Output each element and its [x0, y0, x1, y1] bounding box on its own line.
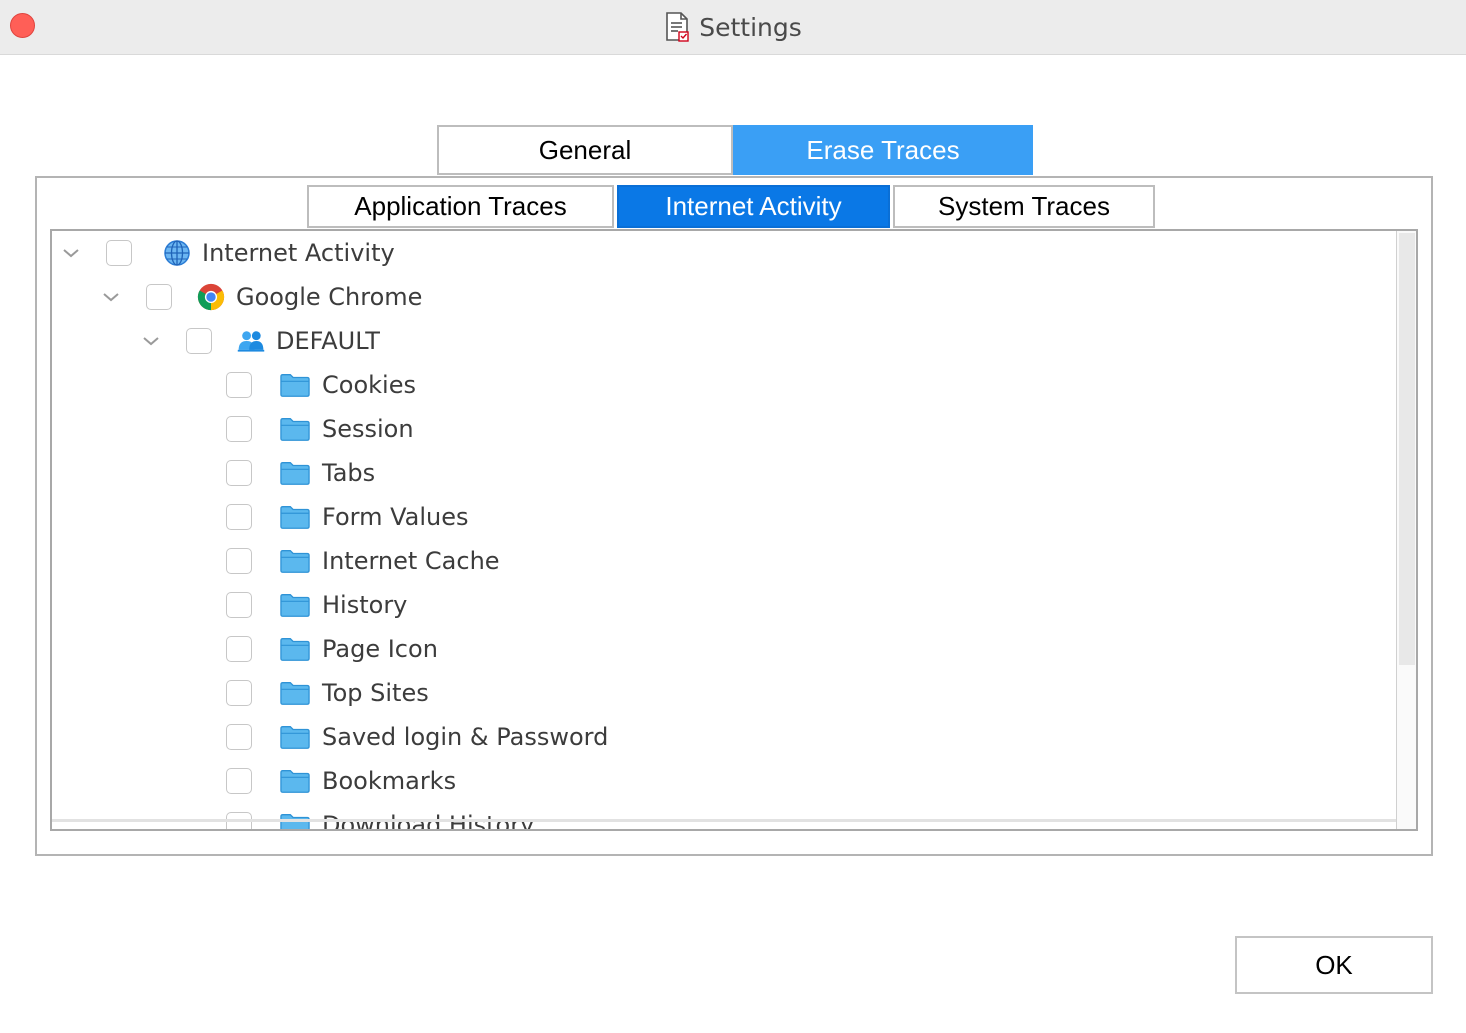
tree-label: Bookmarks [322, 767, 457, 795]
tree-label: Top Sites [322, 679, 429, 707]
tab-general[interactable]: General [437, 125, 733, 175]
tree-label: Internet Cache [322, 547, 500, 575]
item-checkbox[interactable] [226, 460, 252, 486]
tree-node-item[interactable]: Top Sites [226, 671, 429, 715]
settings-document-icon [666, 12, 689, 42]
tree-label: History [322, 591, 408, 619]
tree-node-google-chrome[interactable]: Google Chrome [98, 275, 422, 319]
item-checkbox[interactable] [226, 504, 252, 530]
item-checkbox[interactable] [226, 768, 252, 794]
tree-node-internet-activity[interactable]: Internet Activity [58, 231, 395, 275]
ok-button[interactable]: OK [1235, 936, 1433, 994]
folder-icon [280, 678, 310, 708]
title-wrap: Settings [0, 0, 1466, 54]
item-checkbox[interactable] [226, 680, 252, 706]
tree-label: Page Icon [322, 635, 438, 663]
folder-icon [280, 546, 310, 576]
folder-icon [280, 766, 310, 796]
item-checkbox[interactable] [226, 592, 252, 618]
tree-node-item[interactable]: History [226, 583, 407, 627]
folder-icon [280, 458, 310, 488]
chevron-down-icon[interactable] [98, 275, 124, 319]
title-bar: Settings [0, 0, 1466, 55]
tab-system-traces[interactable]: System Traces [893, 185, 1155, 228]
checkbox-default-profile[interactable] [186, 328, 212, 354]
folder-icon [280, 370, 310, 400]
tab-erase-traces[interactable]: Erase Traces [733, 125, 1033, 175]
tree-node-item[interactable]: Internet Cache [226, 539, 500, 583]
tab-application-traces[interactable]: Application Traces [307, 185, 614, 228]
tree-divider [52, 819, 1396, 822]
tree-label: Session [322, 415, 414, 443]
tree-node-default-profile[interactable]: DEFAULT [138, 319, 380, 363]
checkbox-internet-activity[interactable] [106, 240, 132, 266]
users-icon [236, 326, 266, 356]
tree-node-item[interactable]: Saved login & Password [226, 715, 608, 759]
checkbox-google-chrome[interactable] [146, 284, 172, 310]
item-checkbox[interactable] [226, 724, 252, 750]
folder-icon [280, 502, 310, 532]
window-title: Settings [699, 12, 802, 42]
tree-node-item[interactable]: Bookmarks [226, 759, 456, 803]
folder-icon [280, 590, 310, 620]
tree-node-item[interactable]: Tabs [226, 451, 375, 495]
chrome-icon [196, 282, 226, 312]
tab-internet-activity[interactable]: Internet Activity [617, 185, 890, 228]
item-checkbox[interactable] [226, 372, 252, 398]
vertical-scrollbar[interactable] [1396, 231, 1416, 829]
folder-icon [280, 414, 310, 444]
tree-node-item[interactable]: Form Values [226, 495, 469, 539]
tree-node-item[interactable]: Cookies [226, 363, 416, 407]
tree-label: Google Chrome [236, 283, 423, 311]
folder-icon [280, 634, 310, 664]
globe-icon [162, 238, 192, 268]
tree-label: DEFAULT [276, 327, 380, 355]
tree-node-item[interactable]: Page Icon [226, 627, 438, 671]
tree-label: Saved login & Password [322, 723, 609, 751]
chevron-down-icon[interactable] [58, 231, 84, 275]
chevron-down-icon[interactable] [138, 319, 164, 363]
tree-node-item[interactable]: Download History [226, 803, 534, 829]
tree-label: Form Values [322, 503, 469, 531]
tree-node-item[interactable]: Session [226, 407, 414, 451]
item-checkbox[interactable] [226, 636, 252, 662]
item-checkbox[interactable] [226, 416, 252, 442]
tree-label: Internet Activity [202, 239, 395, 267]
item-checkbox[interactable] [226, 548, 252, 574]
tree-view[interactable]: Internet Activity Google Chrome DEFAULT … [50, 229, 1418, 831]
tree-label: Tabs [322, 459, 376, 487]
tree-label: Cookies [322, 371, 416, 399]
folder-icon [280, 722, 310, 752]
scrollbar-thumb[interactable] [1399, 233, 1415, 665]
